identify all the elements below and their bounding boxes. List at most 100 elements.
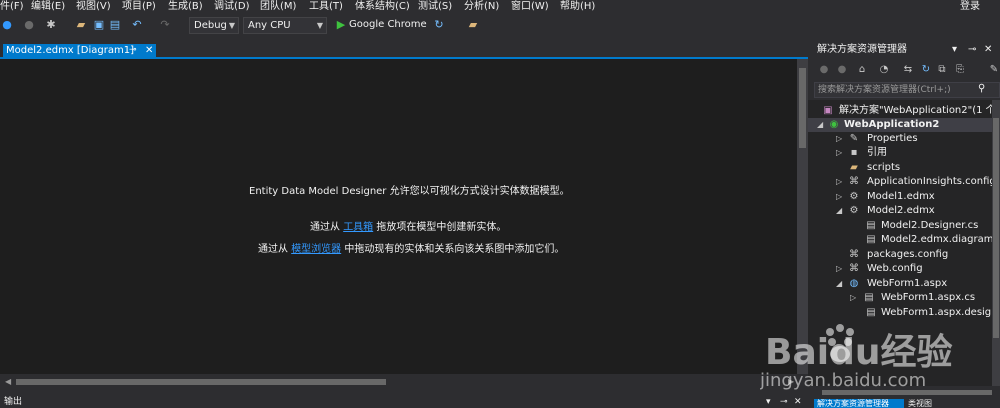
show-all-files-icon[interactable]: ⎘: [954, 64, 966, 76]
properties-icon[interactable]: ✎: [988, 64, 1000, 76]
collapsed-icon[interactable]: ▷: [836, 146, 842, 160]
item-label: Web.config: [867, 263, 923, 274]
configuration-select[interactable]: Debug ▼: [189, 17, 239, 34]
toolbox-hint: 通过从 工具箱 拖放项在模型中创建新实体。: [310, 218, 506, 233]
tree-item-web-config[interactable]: ▷ ⌘ Web.config: [808, 262, 992, 276]
expanded-icon[interactable]: ◢: [836, 204, 842, 218]
edmx-file-icon: ⚙: [849, 205, 859, 216]
close-icon[interactable]: ✕: [145, 44, 153, 57]
menu-edit[interactable]: 编辑(E): [31, 0, 65, 14]
toolbox-hint-post: 拖放项在模型中创建新实体。: [373, 222, 507, 233]
pin-icon[interactable]: ⊸: [129, 44, 137, 57]
model-browser-hint-pre: 通过从: [258, 244, 292, 255]
item-label: 引用: [867, 147, 887, 158]
menu-help[interactable]: 帮助(H): [560, 0, 595, 14]
redo-icon[interactable]: ↷: [158, 18, 172, 32]
menu-project[interactable]: 项目(P): [122, 0, 156, 14]
tree-item-model2-designer-cs[interactable]: ▤ Model2.Designer.cs: [808, 219, 992, 233]
cs-file-icon: ▤: [866, 220, 876, 231]
menu-tools[interactable]: 工具(T): [309, 0, 343, 14]
menu-architecture[interactable]: 体系结构(C): [355, 0, 410, 14]
new-project-icon[interactable]: ✱: [44, 18, 58, 32]
run-icon[interactable]: ▶: [334, 18, 348, 32]
editor-vertical-scroll-thumb[interactable]: [799, 68, 806, 148]
tree-item-references[interactable]: ▷ ▪ 引用: [808, 146, 992, 160]
save-icon[interactable]: ▣: [92, 18, 106, 32]
tree-item-webform1-aspx[interactable]: ◢ ◍ WebForm1.aspx: [808, 277, 992, 291]
tree-item-appinsights-config[interactable]: ▷ ⌘ ApplicationInsights.config: [808, 175, 992, 189]
item-label: Model2.Designer.cs: [881, 220, 979, 231]
collapsed-icon[interactable]: ▷: [850, 291, 856, 305]
collapsed-icon[interactable]: ▷: [836, 175, 842, 189]
item-label: packages.config: [867, 249, 949, 260]
forward-icon[interactable]: ●: [836, 64, 848, 76]
menu-team[interactable]: 团队(M): [260, 0, 296, 14]
menu-file[interactable]: 件(F): [0, 0, 24, 14]
tree-item-webform1-designer-cs[interactable]: ▤ WebForm1.aspx.designer.cs: [808, 306, 992, 320]
save-all-icon[interactable]: ▤: [108, 18, 122, 32]
solution-vertical-scroll-thumb[interactable]: [993, 118, 999, 338]
run-target-button[interactable]: Google Chrome: [349, 18, 427, 32]
platform-select[interactable]: Any CPU ▼: [243, 17, 327, 34]
tree-item-model1-edmx[interactable]: ▷ ⚙ Model1.edmx: [808, 190, 992, 204]
back-icon[interactable]: ●: [0, 18, 14, 32]
menu-analyze[interactable]: 分析(N): [464, 0, 499, 14]
undo-icon[interactable]: ↶: [130, 18, 144, 32]
close-icon[interactable]: ✕: [984, 43, 992, 57]
tab-class-view[interactable]: 类视图: [908, 399, 932, 408]
item-label: Model1.edmx: [867, 191, 935, 202]
toolbox-hint-pre: 通过从: [310, 222, 344, 233]
expanded-icon[interactable]: ◢: [817, 118, 823, 132]
menu-debug[interactable]: 调试(D): [214, 0, 250, 14]
collapsed-icon[interactable]: ▷: [836, 132, 842, 146]
home-icon[interactable]: ⌂: [856, 64, 868, 76]
refresh-icon[interactable]: ↻: [432, 18, 446, 32]
tab-label: 解决方案资源管理器: [817, 399, 889, 408]
menu-window[interactable]: 窗口(W): [511, 0, 549, 14]
toolbox-link[interactable]: 工具箱: [343, 222, 373, 233]
document-tab[interactable]: Model2.edmx [Diagram1] ⊸ ✕: [3, 44, 156, 57]
item-label: WebForm1.aspx: [867, 278, 948, 289]
open-folder-icon[interactable]: ▰: [74, 18, 88, 32]
forward-icon[interactable]: ●: [22, 18, 36, 32]
model-browser-link[interactable]: 模型浏览器: [291, 244, 341, 255]
solution-search-input[interactable]: 搜索解决方案资源管理器(Ctrl+;): [814, 82, 1000, 98]
sync-icon[interactable]: ◔: [878, 64, 890, 76]
scroll-left-icon[interactable]: ◀: [5, 377, 11, 386]
tree-item-scripts[interactable]: ▰ scripts: [808, 161, 992, 175]
item-label: Properties: [867, 133, 918, 144]
tree-item-model2-diagram[interactable]: ▤ Model2.edmx.diagram: [808, 233, 992, 247]
tree-item-project[interactable]: ◢ ◉ WebApplication2: [808, 118, 992, 132]
pending-changes-icon[interactable]: ⇆: [902, 64, 914, 76]
collapse-all-icon[interactable]: ⧉: [936, 64, 948, 76]
item-label: Model2.edmx.diagram: [881, 234, 992, 245]
solution-search-placeholder: 搜索解决方案资源管理器(Ctrl+;): [818, 85, 951, 95]
aspx-file-icon: ◍: [849, 278, 859, 289]
tree-item-properties[interactable]: ▷ ✎ Properties: [808, 132, 992, 146]
search-icon[interactable]: ⚲: [978, 83, 985, 94]
item-label: ApplicationInsights.config: [867, 176, 992, 187]
menu-build[interactable]: 生成(B): [168, 0, 203, 14]
dropdown-icon[interactable]: ▾: [952, 43, 957, 57]
chevron-down-icon: ▼: [316, 21, 323, 30]
cs-file-icon: ▤: [866, 307, 876, 318]
sign-in-link[interactable]: 登录: [960, 0, 980, 14]
expanded-icon[interactable]: ◢: [836, 277, 842, 291]
menu-test[interactable]: 测试(S): [418, 0, 452, 14]
collapsed-icon[interactable]: ▷: [836, 190, 842, 204]
collapsed-icon[interactable]: ▷: [836, 262, 842, 276]
back-icon[interactable]: ●: [818, 64, 830, 76]
tree-item-model2-edmx[interactable]: ◢ ⚙ Model2.edmx: [808, 204, 992, 218]
item-label: WebForm1.aspx.designer.cs: [881, 307, 992, 318]
edmx-designer-surface[interactable]: Entity Data Model Designer 允许您以可视化方式设计实体…: [0, 59, 797, 374]
item-label: Model2.edmx: [867, 205, 935, 216]
refresh-icon[interactable]: ↻: [920, 64, 932, 76]
tree-item-packages-config[interactable]: ⌘ packages.config: [808, 248, 992, 262]
menu-view[interactable]: 视图(V): [76, 0, 111, 14]
pin-icon[interactable]: ⊸: [968, 43, 976, 57]
tab-solution-explorer[interactable]: 解决方案资源管理器: [814, 399, 904, 408]
browser-link-icon[interactable]: ▰: [466, 18, 480, 32]
configuration-value: Debug: [194, 20, 227, 31]
tree-item-webform1-cs[interactable]: ▷ ▤ WebForm1.aspx.cs: [808, 291, 992, 305]
editor-horizontal-scroll-thumb[interactable]: [16, 379, 386, 385]
